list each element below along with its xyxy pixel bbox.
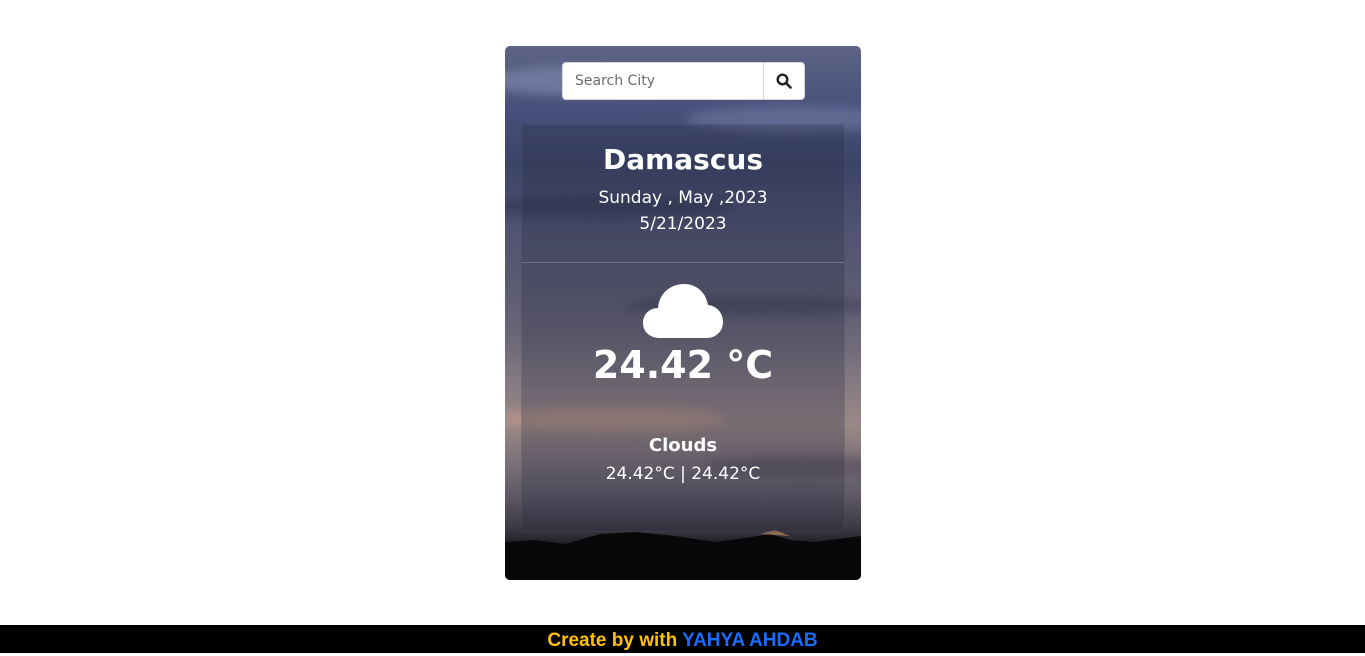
footer-credit: Create by with <box>547 630 678 651</box>
date-line: 5/21/2023 <box>639 214 727 234</box>
search-button[interactable] <box>763 63 804 99</box>
condition-label: Clouds <box>648 435 718 456</box>
temperature: 24.42 °C <box>592 343 774 387</box>
min-max-temperature: 24.42°C | 24.42°C <box>605 464 761 484</box>
search-bar <box>562 62 805 100</box>
cloud-icon <box>643 284 723 338</box>
search-icon <box>776 73 792 89</box>
footer-author: YAHYA AHDAB <box>682 630 818 651</box>
search-input[interactable] <box>563 63 763 99</box>
location-section: Damascus Sunday , May ,2023 5/21/2023 <box>522 125 844 263</box>
conditions-section: 24.42 °C Clouds 24.42°C | 24.42°C <box>522 281 844 484</box>
weather-card: Damascus Sunday , May ,2023 5/21/2023 24… <box>505 46 861 580</box>
day-line: Sunday , May ,2023 <box>598 188 768 208</box>
weather-panel: Damascus Sunday , May ,2023 5/21/2023 24… <box>521 124 845 532</box>
city-name: Damascus <box>602 143 764 176</box>
footer: Create by with YAHYA AHDAB <box>0 625 1365 653</box>
